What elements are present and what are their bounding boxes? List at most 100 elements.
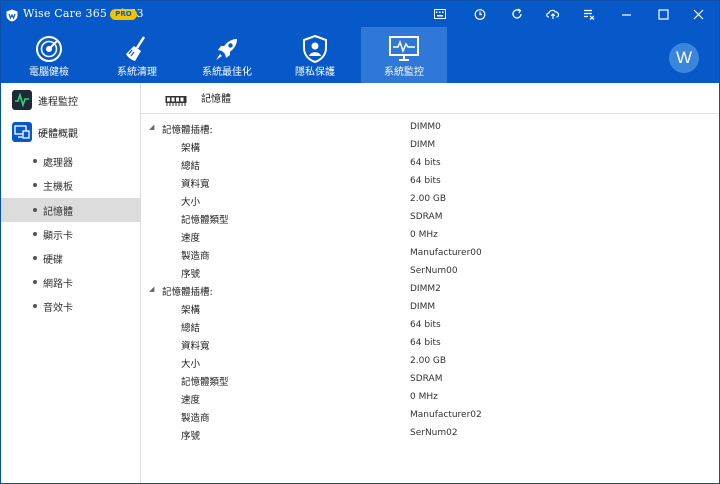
row-label: 資料寬 (181, 341, 210, 352)
sidebar-item-sound[interactable]: 音效卡 (1, 294, 140, 318)
tree-row: 架構 DIMM (141, 299, 719, 317)
sidebar-head-label: 進程監控 (38, 97, 78, 108)
memory-tree: ◢ 記憶體插槽: DIMM0 架構 DIMM 總結 64 bits 資料寬 64 bi… (141, 119, 719, 443)
sidebar-item-label: 音效卡 (43, 303, 73, 314)
row-label: 總結 (181, 161, 201, 172)
row-value: Manufacturer02 (410, 410, 482, 420)
app-window: Wise Care 365 - 4.53 PRO 電腦健檢 系統清理 系統最佳化… (0, 0, 720, 484)
sidebar-head-label: 硬體概觀 (38, 129, 78, 140)
sidebar-item-label: 處理器 (43, 158, 73, 169)
close-icon[interactable] (687, 4, 709, 24)
bullet-icon (33, 183, 37, 187)
row-label: 序號 (181, 269, 201, 280)
tree-row: 序號 SerNum00 (141, 263, 719, 281)
tree-row: 製造商 Manufacturer02 (141, 407, 719, 425)
collapse-triangle-icon[interactable]: ◢ (149, 123, 154, 131)
title-bar: Wise Care 365 - 4.53 PRO (1, 1, 719, 27)
bullet-icon (33, 304, 37, 308)
tool-pc-checkup[interactable]: 電腦健檢 (6, 27, 92, 83)
collapse-triangle-icon[interactable]: ◢ (149, 285, 154, 293)
tree-row: 速度 0 MHz (141, 389, 719, 407)
tool-system-cleaner[interactable]: 系統清理 (94, 27, 180, 83)
timer-icon[interactable] (469, 4, 491, 24)
tool-label: 系統監控 (384, 67, 424, 78)
panel-header: 記憶體 (141, 83, 719, 114)
bullet-icon (33, 232, 37, 236)
sidebar-item-processor[interactable]: 處理器 (1, 149, 140, 173)
tree-row: 製造商 Manufacturer00 (141, 245, 719, 263)
minimize-icon[interactable] (615, 4, 637, 24)
row-value: 0 MHz (410, 230, 438, 240)
panel-title: 記憶體 (201, 94, 231, 105)
sidebar-item-graphics[interactable]: 顯示卡 (1, 222, 140, 246)
tree-row: 總結 64 bits (141, 317, 719, 335)
bullet-icon (33, 159, 37, 163)
row-label: 記憶體插槽: (162, 125, 213, 136)
row-value: 64 bits (410, 320, 441, 330)
radar-icon (6, 34, 92, 64)
broom-icon (94, 34, 180, 64)
tree-row: 大小 2.00 GB (141, 353, 719, 371)
tool-system-optimizer[interactable]: 系統最佳化 (184, 27, 270, 83)
row-label: 架構 (181, 143, 201, 154)
row-value: DIMM (410, 140, 436, 150)
sidebar-item-memory[interactable]: 記憶體 (1, 198, 140, 222)
app-logo-icon (6, 7, 18, 22)
tool-privacy-protector[interactable]: 隱私保護 (272, 27, 358, 83)
pulse-icon (12, 90, 32, 110)
row-value: 64 bits (410, 338, 441, 348)
sidebar-item-process-monitor[interactable]: 進程監控 (1, 88, 140, 112)
row-label: 製造商 (181, 251, 210, 262)
row-value: DIMM (410, 302, 436, 312)
sidebar-item-motherboard[interactable]: 主機板 (1, 173, 140, 197)
tool-label: 系統清理 (117, 67, 157, 78)
sidebar-item-disk[interactable]: 硬碟 (1, 246, 140, 270)
tool-system-monitor[interactable]: 系統監控 (361, 27, 447, 83)
sidebar-item-hardware-overview[interactable]: 硬體概觀 (1, 120, 140, 144)
tree-row: 資料寬 64 bits (141, 335, 719, 353)
tree-row: 總結 64 bits (141, 155, 719, 173)
row-value: Manufacturer00 (410, 248, 482, 258)
row-label: 大小 (181, 359, 201, 370)
row-value: 64 bits (410, 158, 441, 168)
row-label: 總結 (181, 323, 201, 334)
maximize-icon[interactable] (652, 4, 674, 24)
bullet-icon (33, 208, 37, 212)
bullet-icon (33, 280, 37, 284)
row-label: 記憶體類型 (181, 215, 229, 226)
row-label: 速度 (181, 233, 201, 244)
tree-row-slot[interactable]: ◢ 記憶體插槽: DIMM2 (141, 281, 719, 299)
row-label: 大小 (181, 197, 201, 208)
row-value: SerNum00 (410, 266, 458, 276)
hardware-icon (12, 122, 32, 142)
row-value: DIMM2 (410, 284, 441, 294)
row-value: 0 MHz (410, 392, 438, 402)
tree-row: 速度 0 MHz (141, 227, 719, 245)
pro-badge: PRO (110, 9, 137, 20)
user-avatar[interactable]: W (669, 43, 699, 73)
shield-user-icon (272, 34, 358, 64)
tree-row-slot[interactable]: ◢ 記憶體插槽: DIMM0 (141, 119, 719, 137)
row-value: 2.00 GB (410, 356, 447, 366)
cloud-upload-icon[interactable] (542, 4, 564, 24)
sidebar: 進程監控 硬體概觀 處理器 主機板 記憶體 顯示卡 硬碟 網路卡 音效卡 (1, 83, 141, 483)
main-panel: 記憶體 ◢ 記憶體插槽: DIMM0 架構 DIMM 總結 64 bits 資料寬 6… (141, 83, 719, 483)
checklist-icon[interactable] (578, 4, 600, 24)
tree-row: 大小 2.00 GB (141, 191, 719, 209)
row-value: SerNum02 (410, 428, 458, 438)
row-value: 2.00 GB (410, 194, 447, 204)
tool-label: 電腦健檢 (29, 67, 69, 78)
sidebar-item-network[interactable]: 網路卡 (1, 270, 140, 294)
tree-row: 記憶體類型 SDRAM (141, 371, 719, 389)
row-label: 記憶體類型 (181, 377, 229, 388)
tree-row: 記憶體類型 SDRAM (141, 209, 719, 227)
tree-row: 資料寬 64 bits (141, 173, 719, 191)
row-label: 資料寬 (181, 179, 210, 190)
sidebar-item-label: 記憶體 (43, 207, 73, 218)
tool-label: 隱私保護 (295, 67, 335, 78)
refresh-icon[interactable] (506, 4, 528, 24)
sidebar-item-label: 硬碟 (43, 255, 63, 266)
tool-label: 系統最佳化 (202, 67, 252, 78)
row-label: 記憶體插槽: (162, 287, 213, 298)
keyboard-icon[interactable] (429, 4, 451, 24)
